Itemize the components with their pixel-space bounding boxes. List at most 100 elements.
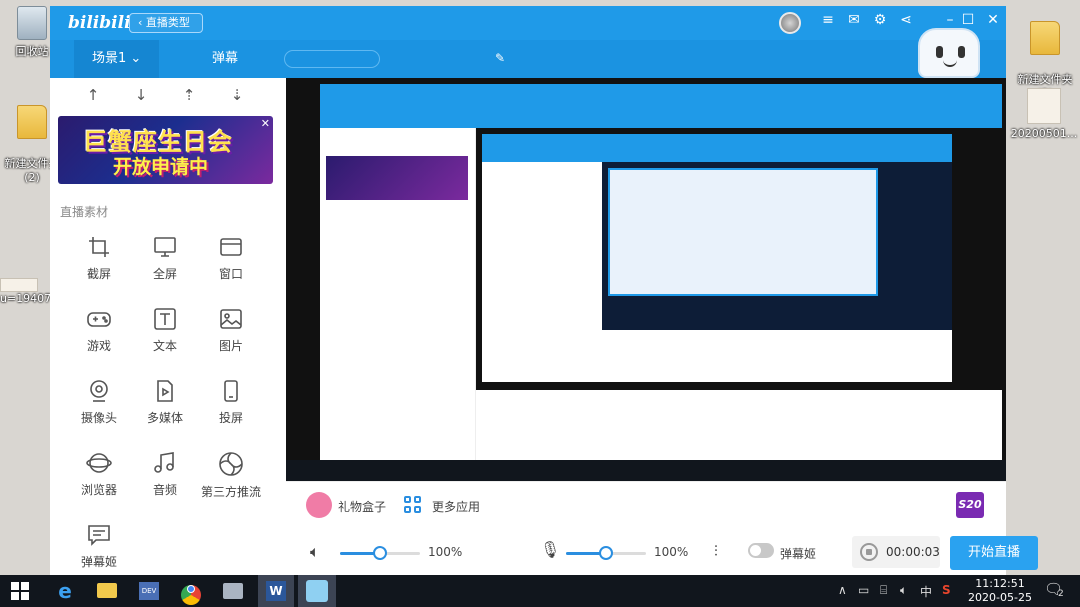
- media-icon: [157, 380, 173, 402]
- system-clock[interactable]: 11:12:51 2020-05-25: [960, 577, 1040, 605]
- tool-media[interactable]: 多媒体: [132, 379, 198, 426]
- clock-time: 11:12:51: [975, 577, 1025, 590]
- text-icon: [154, 308, 176, 330]
- folder-icon: [17, 105, 47, 139]
- tool-label: 第三方推流: [200, 485, 261, 499]
- tool-label: 摄像头: [80, 411, 117, 425]
- menu-icon[interactable]: ≡: [818, 12, 838, 28]
- start-live-button[interactable]: 开始直播: [950, 536, 1038, 570]
- edge-browser-icon[interactable]: e: [52, 579, 78, 603]
- pager-dot[interactable]: [145, 185, 149, 189]
- recycle-bin-label: 回收站: [15, 45, 49, 58]
- microphone-icon[interactable]: 🎙︎: [540, 540, 560, 559]
- move-down-icon[interactable]: ↓: [126, 86, 156, 104]
- tool-cast[interactable]: 投屏: [198, 379, 264, 426]
- desktop-partial-file[interactable]: u=194076: [0, 278, 50, 305]
- preview-taskbar: [286, 460, 1006, 481]
- edit-icon[interactable]: ✎: [490, 51, 510, 65]
- live-timer: 00:00:03: [852, 536, 940, 568]
- banner-close-icon[interactable]: ✕: [261, 117, 270, 130]
- tab-danmaku-label: 弹幕: [212, 51, 239, 66]
- gift-box-icon[interactable]: [306, 492, 332, 518]
- move-up-icon[interactable]: ↑: [78, 86, 108, 104]
- share-icon[interactable]: ⋖: [896, 12, 916, 28]
- tool-window[interactable]: 窗口: [198, 235, 264, 282]
- mic-volume-knob[interactable]: [599, 546, 613, 560]
- section-title: 直播素材: [60, 205, 109, 219]
- clock-date: 2020-05-25: [968, 591, 1032, 604]
- grid-square: [414, 496, 421, 503]
- stream-icon: [219, 452, 243, 476]
- s20-badge[interactable]: S20: [956, 492, 984, 518]
- app-icon[interactable]: [220, 579, 246, 603]
- tool-third-party-stream[interactable]: 第三方推流: [189, 451, 273, 500]
- tool-label: 投屏: [218, 411, 243, 425]
- gift-box-label[interactable]: 礼物盒子: [338, 498, 386, 515]
- nested-window-3: [608, 168, 878, 296]
- desktop-image-file[interactable]: 20200501...: [1010, 88, 1078, 140]
- danmaku-ji-toggle[interactable]: [748, 543, 774, 558]
- more-apps-icon[interactable]: [404, 496, 422, 514]
- close-icon[interactable]: ✕: [983, 12, 1003, 28]
- chrome-icon[interactable]: [178, 579, 204, 605]
- scene-name-input[interactable]: [284, 50, 380, 68]
- tool-image[interactable]: 图片: [198, 307, 264, 354]
- tool-text[interactable]: 文本: [132, 307, 198, 354]
- volume-icon[interactable]: 🔈︎: [900, 583, 907, 598]
- move-top-icon[interactable]: ⇡: [174, 86, 204, 104]
- word-icon[interactable]: W: [258, 575, 294, 607]
- more-apps-label[interactable]: 更多应用: [432, 498, 480, 515]
- tool-browser[interactable]: 浏览器: [66, 451, 132, 498]
- battery-icon[interactable]: ▭: [858, 583, 869, 597]
- speaker-volume-knob[interactable]: [373, 546, 387, 560]
- nested-titlebar-2: [482, 134, 952, 162]
- ime-indicator[interactable]: 中: [920, 583, 932, 600]
- tool-crop[interactable]: 截屏: [66, 235, 132, 282]
- tab-scene-1[interactable]: 场景1 ⌄: [74, 40, 160, 78]
- tool-label: 游戏: [86, 339, 111, 353]
- settings-icon[interactable]: ⚙: [870, 12, 890, 28]
- live-control-bar: 礼物盒子 更多应用 S20 🔈︎ 100% 🎙︎ 100% ⫶ 弹幕姬 00:0…: [286, 481, 1038, 575]
- desktop-folder-3[interactable]: 新建文件夹 (3): [1012, 8, 1078, 100]
- speaker-volume-value: 100%: [428, 545, 463, 559]
- grid-square: [404, 506, 411, 513]
- tool-label: 窗口: [218, 267, 243, 281]
- tab-scene-1-label: 场景1: [92, 51, 127, 66]
- tool-camera[interactable]: 摄像头: [66, 379, 132, 426]
- sogou-input-icon[interactable]: S: [942, 583, 951, 597]
- start-menu-icon[interactable]: [8, 579, 34, 603]
- tool-label: 全屏: [152, 267, 177, 281]
- chrome-shape: [181, 585, 201, 605]
- record-icon[interactable]: [860, 543, 878, 561]
- minimize-icon[interactable]: –: [940, 12, 960, 28]
- show-hidden-icons-icon[interactable]: ∧: [838, 583, 847, 597]
- chat-icon: [88, 525, 110, 546]
- bilibili-live-taskbar-icon[interactable]: [298, 575, 336, 607]
- maximize-icon[interactable]: ☐: [958, 12, 978, 28]
- window-icon: [220, 238, 242, 256]
- tool-label: 文本: [152, 339, 177, 353]
- mail-icon[interactable]: ✉: [844, 12, 864, 28]
- mic-volume-slider[interactable]: [566, 546, 646, 560]
- tool-label: 截屏: [86, 267, 111, 281]
- back-to-live-type-button[interactable]: ‹ 直播类型: [129, 13, 203, 33]
- speaker-icon[interactable]: 🔈︎: [310, 542, 320, 562]
- live-preview-canvas[interactable]: [286, 78, 1006, 481]
- pager-dot[interactable]: [153, 185, 157, 189]
- speaker-volume-slider[interactable]: [340, 546, 420, 560]
- tool-danmaku-ji[interactable]: 弹幕姬: [66, 523, 132, 570]
- move-bottom-icon[interactable]: ⇣: [222, 86, 252, 104]
- pager-dot[interactable]: [161, 185, 165, 189]
- dev-cpp-icon[interactable]: DEV: [136, 579, 162, 603]
- tab-danmaku[interactable]: 弹幕: [212, 40, 238, 78]
- file-explorer-icon[interactable]: [94, 579, 120, 603]
- bili-shape: [306, 580, 328, 602]
- timer-value: 00:00:03: [886, 545, 940, 559]
- user-avatar[interactable]: [779, 12, 801, 34]
- mixer-icon[interactable]: ⫶: [714, 542, 718, 560]
- network-icon[interactable]: ⌸: [880, 583, 887, 598]
- tool-fullscreen[interactable]: 全屏: [132, 235, 198, 282]
- dev-shape: DEV: [139, 582, 159, 600]
- globe-icon: [86, 453, 112, 473]
- tool-game[interactable]: 游戏: [66, 307, 132, 354]
